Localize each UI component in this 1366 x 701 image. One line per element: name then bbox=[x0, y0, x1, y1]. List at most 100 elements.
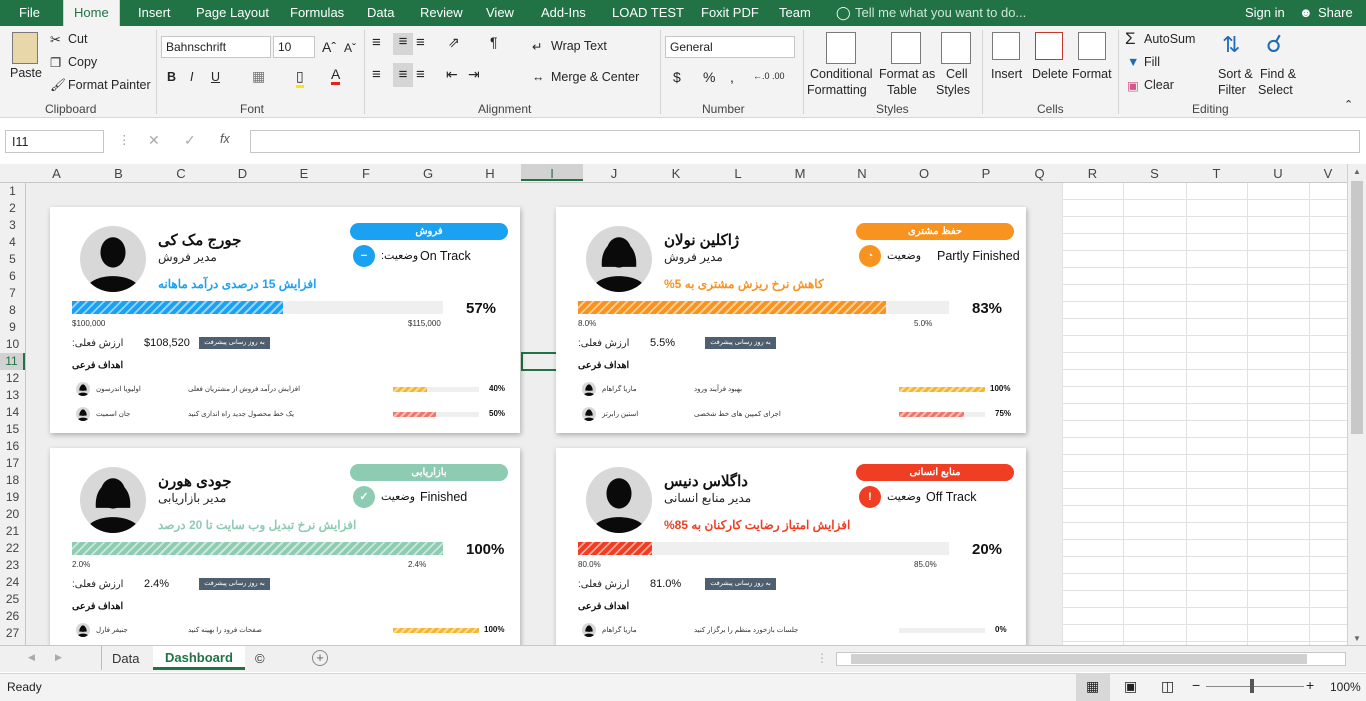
zoom-out-icon[interactable]: − bbox=[1192, 677, 1200, 693]
format-painter-button[interactable]: Format Painter bbox=[68, 78, 151, 92]
range-min[interactable]: 2.0% bbox=[72, 560, 90, 569]
align-left-icon[interactable]: ≡ bbox=[372, 66, 381, 83]
column-header[interactable]: L bbox=[707, 166, 769, 181]
kpi-card[interactable]: داگلاس دنیس مدیر منابع انسانی منابع انسانی… bbox=[556, 448, 1026, 648]
progress-percent[interactable]: 57% bbox=[466, 300, 496, 317]
sub-goal-description[interactable]: یک خط محصول جدید راه اندازی کنید bbox=[188, 410, 294, 418]
tab-split-icon[interactable]: ⋮ bbox=[816, 651, 828, 665]
sub-progress-track[interactable] bbox=[899, 387, 985, 392]
row-header[interactable]: 10 bbox=[0, 336, 25, 353]
column-header[interactable]: U bbox=[1247, 166, 1309, 181]
tab-data[interactable]: Data bbox=[367, 5, 394, 20]
row-header[interactable]: 25 bbox=[0, 591, 25, 608]
status-label[interactable]: وضعیت: bbox=[381, 249, 418, 262]
avatar[interactable] bbox=[586, 467, 652, 533]
kpi-card[interactable]: جودی هورن مدیر بازاریابی بازاریابی ✓ وضعیت Fi… bbox=[50, 448, 520, 648]
font-size-select[interactable]: 10 bbox=[273, 36, 315, 58]
row-header[interactable]: 9 bbox=[0, 319, 25, 336]
status-text[interactable]: On Track bbox=[420, 249, 471, 263]
employee-name[interactable]: جودی هورن bbox=[158, 472, 232, 490]
sub-goal-owner[interactable]: جنیفر فارل bbox=[96, 626, 128, 634]
row-header[interactable]: 19 bbox=[0, 489, 25, 506]
sub-goal-owner[interactable]: ماریا گراهام bbox=[602, 385, 637, 393]
row-header[interactable]: 20 bbox=[0, 506, 25, 523]
column-header[interactable]: C bbox=[150, 166, 212, 181]
range-max[interactable]: 2.4% bbox=[408, 560, 426, 569]
bold-button[interactable]: B bbox=[167, 70, 176, 84]
vertical-scrollbar[interactable]: ▲ ▼ bbox=[1347, 164, 1366, 645]
tab-view[interactable]: View bbox=[486, 5, 514, 20]
insert-function-button[interactable]: fx bbox=[220, 132, 230, 146]
horizontal-scroll-thumb[interactable] bbox=[851, 654, 1307, 664]
grid-line[interactable] bbox=[1123, 183, 1124, 645]
tab-team[interactable]: Team bbox=[779, 5, 811, 20]
row-header[interactable]: 18 bbox=[0, 472, 25, 489]
share-button[interactable]: Share bbox=[1318, 5, 1353, 20]
actual-value-label[interactable]: ارزش فعلی: bbox=[72, 338, 123, 349]
currency-button[interactable]: $ bbox=[673, 69, 681, 85]
page-break-view-icon[interactable]: ◫ bbox=[1161, 678, 1174, 695]
sub-progress-fill[interactable] bbox=[393, 387, 428, 392]
name-box[interactable]: I11 bbox=[5, 130, 104, 153]
actual-value[interactable]: 81.0% bbox=[650, 578, 681, 590]
align-center-icon[interactable]: ≡ bbox=[393, 63, 413, 87]
sub-goals-header[interactable]: اهداف فرعی bbox=[72, 601, 123, 612]
update-progress-button[interactable]: به روز رسانی پیشرفت bbox=[705, 578, 776, 590]
tab-scroll-right-icon[interactable]: ▶ bbox=[55, 652, 62, 663]
font-color-icon[interactable]: A bbox=[331, 66, 341, 85]
merge-center-button[interactable]: Merge & Center bbox=[551, 70, 639, 84]
row-header[interactable]: 7 bbox=[0, 285, 25, 302]
number-format-select[interactable]: General bbox=[665, 36, 795, 58]
tab-foxit[interactable]: Foxit PDF bbox=[701, 5, 759, 20]
grid-line[interactable] bbox=[1186, 183, 1187, 645]
sort-filter-label-2[interactable]: Filter bbox=[1218, 83, 1246, 97]
sheet-tab-data[interactable]: Data bbox=[101, 646, 149, 670]
sub-progress-fill[interactable] bbox=[393, 412, 436, 417]
range-max[interactable]: $115,000 bbox=[408, 319, 441, 328]
employee-role[interactable]: مدیر فروش bbox=[158, 250, 217, 264]
department-badge[interactable]: بازاریابی bbox=[350, 464, 508, 481]
column-header[interactable]: S bbox=[1123, 166, 1186, 181]
progress-percent[interactable]: 83% bbox=[972, 300, 1002, 317]
progress-percent[interactable]: 20% bbox=[972, 541, 1002, 558]
tab-formulas[interactable]: Formulas bbox=[290, 5, 344, 20]
row-header[interactable]: 27 bbox=[0, 625, 25, 642]
column-header[interactable]: H bbox=[459, 166, 521, 181]
kpi-card[interactable]: جورج مک کی مدیر فروش فروش − وضعیت: On Track اف… bbox=[50, 207, 520, 433]
wrap-text-button[interactable]: Wrap Text bbox=[551, 39, 607, 53]
column-header[interactable]: Q bbox=[1017, 166, 1062, 181]
status-label[interactable]: وضعیت bbox=[887, 490, 921, 503]
row-header[interactable]: 24 bbox=[0, 574, 25, 591]
progress-fill[interactable] bbox=[72, 542, 443, 555]
format-cells-button[interactable]: Format bbox=[1072, 67, 1112, 81]
column-header[interactable]: V bbox=[1309, 166, 1347, 181]
row-header[interactable]: 11 bbox=[0, 353, 25, 370]
row-header[interactable]: 16 bbox=[0, 438, 25, 455]
row-header[interactable]: 8 bbox=[0, 302, 25, 319]
increase-decimal-icon[interactable]: ←.0 .00 bbox=[753, 71, 785, 81]
range-min[interactable]: $100,000 bbox=[72, 319, 105, 328]
sub-avatar[interactable] bbox=[582, 382, 596, 396]
column-header[interactable]: O bbox=[893, 166, 955, 181]
progress-percent[interactable]: 100% bbox=[466, 541, 504, 558]
row-header[interactable]: 26 bbox=[0, 608, 25, 625]
goal-text[interactable]: افزایش 15 درصدی درآمد ماهانه bbox=[158, 277, 316, 291]
kpi-card[interactable]: ژاکلین نولان مدیر فروش حفظ مشتری ◔ وضعیت Part… bbox=[556, 207, 1026, 433]
range-max[interactable]: 85.0% bbox=[914, 560, 937, 569]
zoom-level[interactable]: 100% bbox=[1330, 680, 1361, 694]
goal-text[interactable]: افزایش امتیاز رضایت کارکنان به 85% bbox=[664, 518, 850, 532]
tab-insert[interactable]: Insert bbox=[138, 5, 171, 20]
status-text[interactable]: Finished bbox=[420, 490, 467, 504]
zoom-in-icon[interactable]: + bbox=[1306, 677, 1314, 693]
rtl-direction-icon[interactable]: ¶ bbox=[490, 34, 498, 50]
range-min[interactable]: 8.0% bbox=[578, 319, 596, 328]
sub-goal-owner[interactable]: استین رابرتز bbox=[602, 410, 638, 418]
borders-icon[interactable]: ▦ bbox=[252, 68, 265, 85]
align-top-icon[interactable]: ≡ bbox=[372, 34, 381, 51]
column-header[interactable]: D bbox=[212, 166, 273, 181]
sub-goals-header[interactable]: اهداف فرعی bbox=[578, 360, 629, 371]
actual-value[interactable]: $108,520 bbox=[144, 337, 190, 349]
zoom-slider-track[interactable] bbox=[1206, 686, 1304, 687]
sub-progress-percent[interactable]: 50% bbox=[489, 409, 505, 418]
orientation-icon[interactable]: ⇗ bbox=[448, 34, 460, 51]
